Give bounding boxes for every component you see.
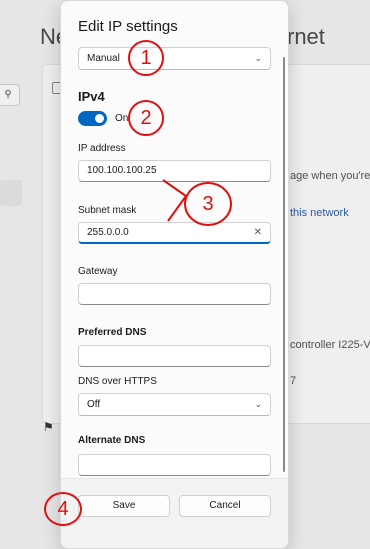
annotation-3: 3 xyxy=(184,182,232,226)
annotation-2: 2 xyxy=(128,100,164,136)
annotation-arrow xyxy=(162,179,188,222)
annotation-1: 1 xyxy=(128,40,164,76)
annotation-4: 4 xyxy=(44,492,82,526)
